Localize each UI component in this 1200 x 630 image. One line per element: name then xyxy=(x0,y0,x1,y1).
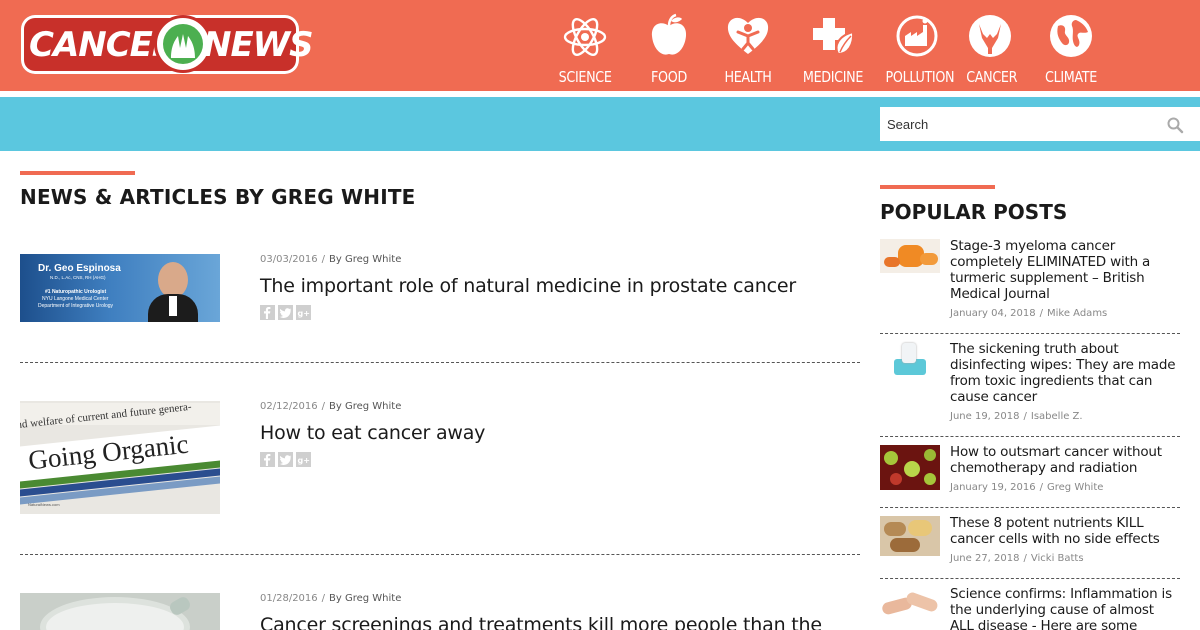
article-author[interactable]: By Greg White xyxy=(329,593,401,604)
article-date: 02/12/2016 xyxy=(260,401,318,412)
popular-item-title[interactable]: How to outsmart cancer without chemother… xyxy=(950,444,1178,476)
nav-label-science: SCIENCE xyxy=(558,68,612,86)
popular-item-meta: January 04, 2018/Mike Adams xyxy=(950,308,1108,319)
article-item: 01/28/2016/By Greg White Cancer screenin… xyxy=(20,593,860,630)
facebook-icon[interactable] xyxy=(260,452,275,467)
popular-item-title[interactable]: Stage-3 myeloma cancer completely ELIMIN… xyxy=(950,238,1178,302)
popular-item-author[interactable]: Greg White xyxy=(1047,482,1103,493)
article-date: 01/28/2016 xyxy=(260,593,318,604)
popular-item-title[interactable]: The sickening truth about disinfecting w… xyxy=(950,341,1178,405)
svg-text:g+: g+ xyxy=(298,309,310,318)
thumb-credentials: N.D., L.Ac, CNS, RH (AHG) xyxy=(50,275,106,280)
nav-label-health: HEALTH xyxy=(724,68,772,86)
article-thumbnail[interactable]: Dr. Geo Espinosa N.D., L.Ac, CNS, RH (AH… xyxy=(20,254,220,322)
popular-item-meta: January 19, 2016/Greg White xyxy=(950,482,1104,493)
popular-item-author[interactable]: Mike Adams xyxy=(1047,308,1107,319)
popular-item-date: January 19, 2016 xyxy=(950,482,1036,493)
thumb-line-1: #1 Naturopathic Urologist xyxy=(45,289,107,295)
article-thumbnail[interactable]: nd welfare of current and future genera-… xyxy=(20,401,220,514)
twitter-icon[interactable] xyxy=(278,452,293,467)
logo-text-right: NEWS xyxy=(203,25,314,65)
popular-item-meta: June 19, 2018/Isabelle Z. xyxy=(950,411,1083,422)
popular-item-date: January 04, 2018 xyxy=(950,308,1036,319)
article-item: nd welfare of current and future genera-… xyxy=(20,401,860,516)
article-meta: 03/03/2016/By Greg White xyxy=(260,254,402,265)
share-buttons: g+ xyxy=(260,452,314,467)
thumb-line-3: Department of Integrative Urology xyxy=(38,303,114,309)
popular-item: The sickening truth about disinfecting w… xyxy=(880,341,1180,431)
popular-thumbnail[interactable] xyxy=(880,586,940,622)
popular-item-title[interactable]: Science confirms: Inflammation is the un… xyxy=(950,586,1178,630)
page-title: NEWS & ARTICLES BY GREG WHITE xyxy=(20,185,416,209)
thumb-line-2: NYU Langone Medical Center xyxy=(42,296,109,302)
nav-label-food: FOOD xyxy=(651,68,687,86)
thumb-credit: NaturalNews.com xyxy=(28,502,60,507)
popular-item-date: June 27, 2018 xyxy=(950,553,1020,564)
article-title[interactable]: The important role of natural medicine i… xyxy=(260,275,796,297)
atom-icon xyxy=(563,18,607,56)
popular-item: Science confirms: Inflammation is the un… xyxy=(880,586,1180,630)
article-meta: 02/12/2016/By Greg White xyxy=(260,401,402,412)
popular-item-date: June 19, 2018 xyxy=(950,411,1020,422)
article-divider xyxy=(20,362,860,363)
article-thumbnail[interactable] xyxy=(20,593,220,630)
popular-divider xyxy=(880,578,1180,579)
search-icon[interactable] xyxy=(1166,116,1184,134)
thumb-portrait xyxy=(148,260,198,322)
nav-pollution[interactable]: POLLUTION xyxy=(880,10,955,90)
thumb-name: Dr. Geo Espinosa xyxy=(38,263,121,274)
popular-item: Stage-3 myeloma cancer completely ELIMIN… xyxy=(880,238,1180,328)
article-meta: 01/28/2016/By Greg White xyxy=(260,593,402,604)
nav-health[interactable]: HEALTH xyxy=(716,10,780,90)
popular-accent xyxy=(880,185,995,189)
article-divider xyxy=(20,554,860,555)
popular-item-title[interactable]: These 8 potent nutrients KILL cancer cel… xyxy=(950,515,1178,547)
facebook-icon[interactable] xyxy=(260,305,275,320)
popular-divider xyxy=(880,507,1180,508)
medical-cross-leaf-icon xyxy=(813,18,855,56)
nav-climate[interactable]: CLIMATE xyxy=(1040,10,1102,90)
popular-thumbnail[interactable] xyxy=(880,239,940,273)
twitter-icon[interactable] xyxy=(278,305,293,320)
nav-medicine[interactable]: MEDICINE xyxy=(795,10,871,90)
popular-posts-title: POPULAR POSTS xyxy=(880,200,1068,224)
popular-divider xyxy=(880,333,1180,334)
title-accent xyxy=(20,171,135,175)
share-buttons: g+ xyxy=(260,305,314,320)
article-author[interactable]: By Greg White xyxy=(329,401,401,412)
popular-item: These 8 potent nutrients KILL cancer cel… xyxy=(880,515,1180,571)
popular-thumbnail[interactable] xyxy=(880,445,940,490)
site-logo[interactable]: CANCER NEWS xyxy=(21,15,314,74)
globe-icon xyxy=(1050,15,1092,57)
nav-label-cancer: CANCER xyxy=(966,68,1018,86)
nav-label-climate: CLIMATE xyxy=(1045,68,1097,86)
google-plus-icon[interactable]: g+ xyxy=(296,305,311,320)
popular-thumbnail[interactable] xyxy=(880,516,940,556)
popular-item: How to outsmart cancer without chemother… xyxy=(880,444,1180,500)
article-item: Dr. Geo Espinosa N.D., L.Ac, CNS, RH (AH… xyxy=(20,254,860,334)
article-title[interactable]: How to eat cancer away xyxy=(260,422,485,444)
article-title[interactable]: Cancer screenings and treatments kill mo… xyxy=(260,614,822,630)
google-plus-icon[interactable]: g+ xyxy=(296,452,311,467)
nav-cancer[interactable]: CANCER xyxy=(962,10,1018,90)
search-input[interactable] xyxy=(880,107,1160,141)
apple-icon xyxy=(651,13,687,55)
search-box xyxy=(880,107,1200,141)
nav-food[interactable]: FOOD xyxy=(640,10,698,90)
heart-person-icon xyxy=(727,17,769,54)
popular-divider xyxy=(880,436,1180,437)
nav-science[interactable]: SCIENCE xyxy=(554,10,616,90)
nav-label-medicine: MEDICINE xyxy=(802,68,864,86)
article-author[interactable]: By Greg White xyxy=(329,254,401,265)
hands-icon xyxy=(969,15,1011,57)
popular-item-author[interactable]: Vicki Batts xyxy=(1031,553,1084,564)
factory-icon xyxy=(896,15,938,57)
svg-text:g+: g+ xyxy=(298,456,310,465)
popular-thumbnail[interactable] xyxy=(880,341,940,377)
popular-item-meta: June 27, 2018/Vicki Batts xyxy=(950,553,1084,564)
nav-label-pollution: POLLUTION xyxy=(885,68,955,86)
popular-item-author[interactable]: Isabelle Z. xyxy=(1031,411,1083,422)
article-date: 03/03/2016 xyxy=(260,254,318,265)
